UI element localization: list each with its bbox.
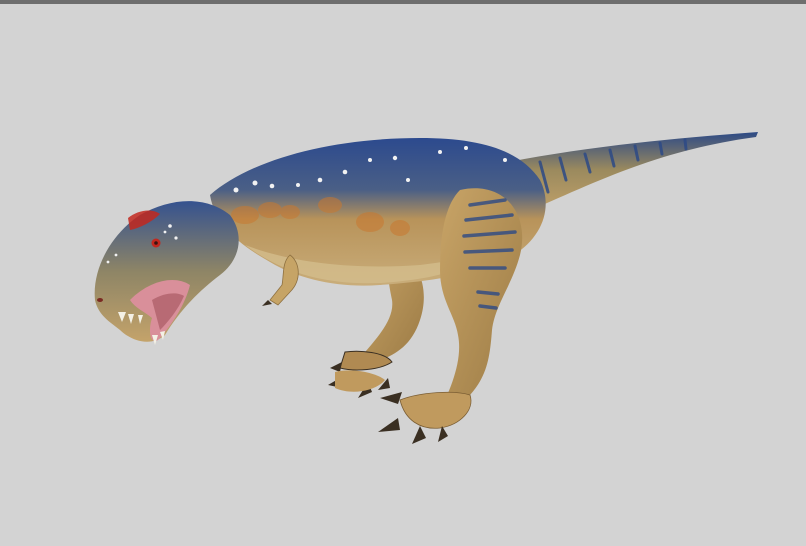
near-foot <box>399 391 472 429</box>
tyrannosaurus-image <box>94 132 758 444</box>
render-viewport <box>0 0 806 546</box>
